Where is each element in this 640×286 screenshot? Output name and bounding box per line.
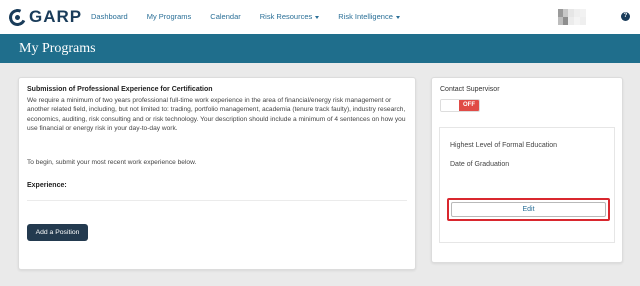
logo-text: GARP — [29, 7, 83, 26]
user-avatar[interactable] — [558, 9, 604, 25]
nav-calendar[interactable]: Calendar — [210, 12, 240, 21]
experience-card: Submission of Professional Experience fo… — [18, 77, 416, 270]
garp-logo-icon — [6, 6, 29, 28]
experience-label: Experience: — [27, 182, 67, 189]
nav-risk-resources-label: Risk Resources — [259, 12, 313, 21]
top-navbar: GARP Dashboard My Programs Calendar Risk… — [0, 0, 640, 34]
garp-logo[interactable]: GARP — [6, 6, 83, 28]
nav-risk-intelligence[interactable]: Risk Intelligence — [338, 12, 400, 21]
contact-supervisor-toggle[interactable]: OFF — [440, 99, 480, 112]
nav-risk-intelligence-label: Risk Intelligence — [338, 12, 393, 21]
chevron-down-icon — [395, 15, 400, 19]
edit-button-highlight: Edit — [447, 198, 610, 221]
nav-risk-resources[interactable]: Risk Resources — [260, 12, 320, 21]
nav-dashboard[interactable]: Dashboard — [91, 12, 128, 21]
toggle-off-label: OFF — [459, 100, 479, 111]
add-position-button[interactable]: Add a Position — [27, 224, 88, 241]
page-banner: My Programs — [0, 34, 640, 63]
help-icon[interactable]: ? — [621, 12, 630, 21]
edit-button[interactable]: Edit — [451, 202, 606, 217]
toggle-knob — [441, 100, 459, 111]
contact-supervisor-label: Contact Supervisor — [440, 86, 500, 93]
divider — [27, 200, 407, 201]
experience-heading: Submission of Professional Experience fo… — [27, 86, 213, 93]
education-level-label: Highest Level of Formal Education — [450, 142, 557, 149]
main-nav: Dashboard My Programs Calendar Risk Reso… — [91, 12, 419, 21]
experience-description: We require a minimum of two years profes… — [27, 97, 406, 133]
education-info-box: Highest Level of Formal Education Date o… — [439, 127, 615, 243]
graduation-date-label: Date of Graduation — [450, 161, 510, 168]
begin-instruction: To begin, submit your most recent work e… — [27, 159, 197, 166]
page-title: My Programs — [19, 41, 96, 56]
nav-my-programs[interactable]: My Programs — [147, 12, 192, 21]
chevron-down-icon — [315, 15, 320, 19]
profile-side-card: Contact Supervisor OFF Highest Level of … — [431, 77, 623, 263]
